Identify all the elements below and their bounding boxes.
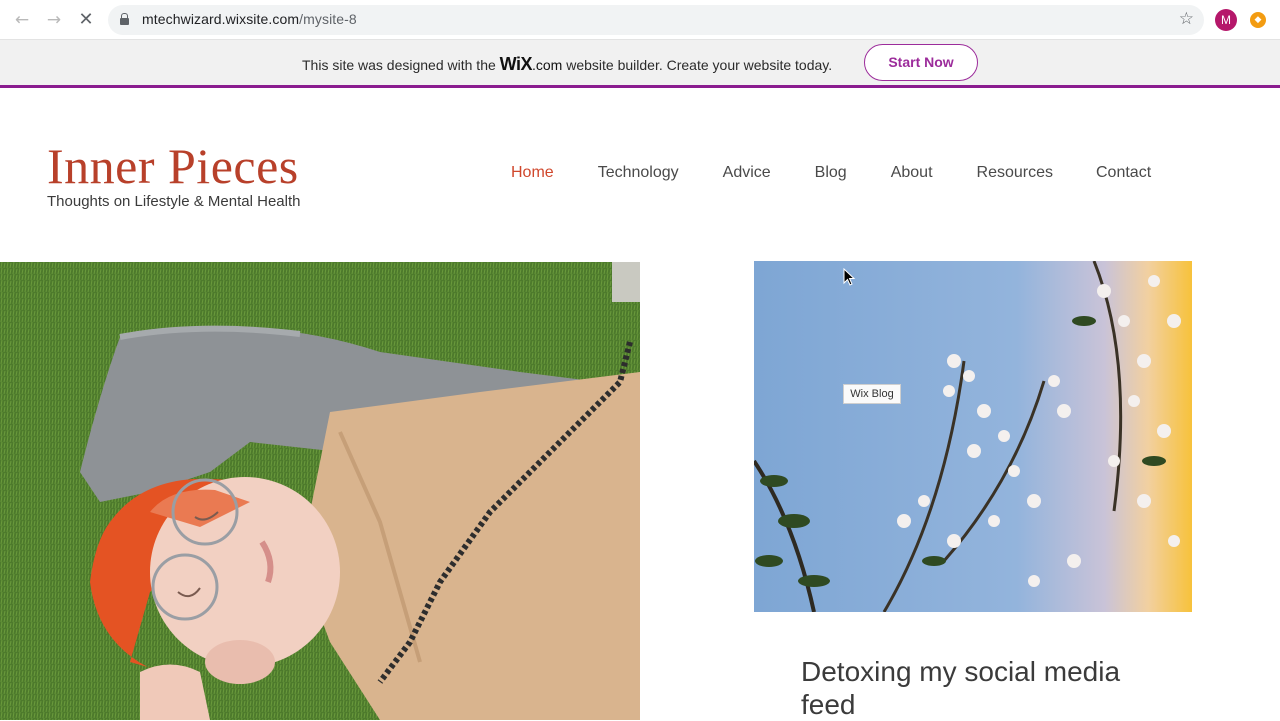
nav-advice[interactable]: Advice <box>723 164 771 182</box>
lock-icon[interactable] <box>120 13 129 25</box>
post-title[interactable]: Detoxing my social media feed <box>801 655 1161 721</box>
url-text[interactable]: mtechwizard.wixsite.com/mysite-8 <box>142 11 357 27</box>
profile-avatar[interactable]: M <box>1215 9 1237 31</box>
nav-contact[interactable]: Contact <box>1096 164 1151 182</box>
blog-post-image[interactable] <box>754 261 1192 612</box>
mouse-cursor-icon <box>843 268 856 286</box>
star-icon[interactable]: ☆ <box>1179 9 1194 29</box>
banner-text-before: This site was designed with the <box>302 57 500 73</box>
forward-arrow-icon[interactable]: → <box>43 9 65 31</box>
banner-message: This site was designed with the WiX.com … <box>302 54 832 75</box>
site-tagline: Thoughts on Lifestyle & Mental Health <box>47 193 301 210</box>
nav-home[interactable]: Home <box>511 164 554 182</box>
wix-logo: WiX.com <box>499 54 563 74</box>
url-host: mtechwizard.wixsite.com <box>142 11 300 27</box>
hero-illustration <box>0 262 640 720</box>
nav-about[interactable]: About <box>891 164 933 182</box>
nav-resources[interactable]: Resources <box>977 164 1053 182</box>
nav-blog[interactable]: Blog <box>815 164 847 182</box>
banner-text-after: website builder. Create your website tod… <box>562 57 833 73</box>
hero-image[interactable] <box>0 262 640 720</box>
start-now-button[interactable]: Start Now <box>864 44 978 81</box>
flower-illustration <box>754 261 1192 612</box>
back-arrow-icon[interactable]: ← <box>11 9 33 31</box>
extension-icon[interactable]: ◆ <box>1250 12 1266 28</box>
stop-loading-icon[interactable]: ✕ <box>75 9 97 31</box>
nav-technology[interactable]: Technology <box>598 164 679 182</box>
wix-blog-tag[interactable]: Wix Blog <box>843 384 901 404</box>
main-nav: Home Technology Advice Blog About Resour… <box>511 164 1151 182</box>
browser-toolbar: ← → ✕ mtechwizard.wixsite.com/mysite-8 ☆… <box>0 0 1280 40</box>
address-bar[interactable]: mtechwizard.wixsite.com/mysite-8 ☆ <box>108 5 1204 35</box>
wix-promo-banner: This site was designed with the WiX.com … <box>0 40 1280 88</box>
site-title[interactable]: Inner Pieces <box>47 137 299 195</box>
url-path: /mysite-8 <box>299 11 357 27</box>
